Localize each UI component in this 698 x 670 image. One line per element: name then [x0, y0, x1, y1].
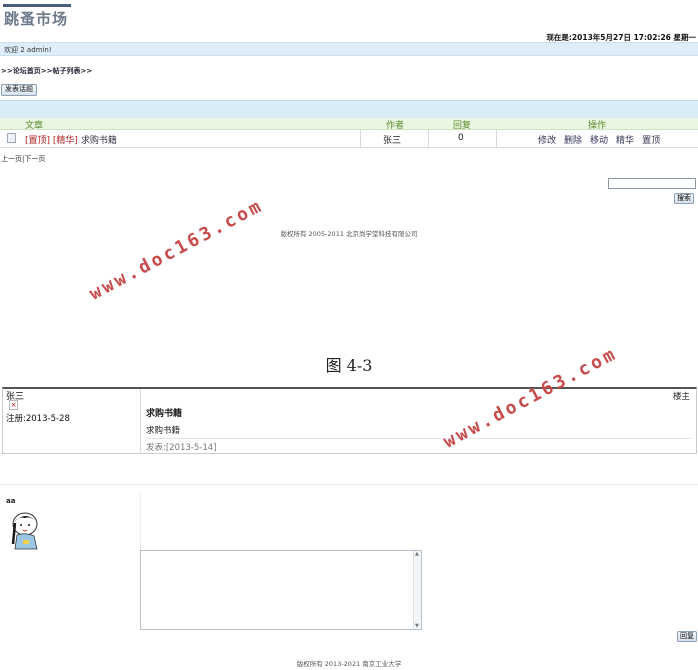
table-row: [置顶] [精华] 求购书籍 张三 0 修改 删除 移动 精华 置顶 [0, 130, 698, 148]
footer-copyright-bottom: 版权所有 2013-2021 南京工业大学 [296, 660, 402, 668]
post-date: 发表:[2013-5-14] [146, 443, 217, 453]
broken-image-icon: × [9, 400, 18, 410]
welcome-bar: 欢迎 2 admin! [0, 42, 698, 56]
welcome-text: 欢迎 2 admin! [4, 46, 52, 54]
logo-bar [3, 4, 71, 7]
table-header: 文章 作者 回复 操作 [0, 118, 698, 131]
tag-elite: [精华] [52, 136, 78, 146]
search-button[interactable]: 搜索 [674, 193, 694, 204]
post-title: 求购书籍 [146, 409, 183, 419]
divider [140, 389, 141, 454]
post-body: 求购书籍 [146, 426, 181, 436]
post-detail [2, 387, 697, 454]
move-link[interactable]: 移动 [590, 136, 608, 146]
pager: 上一页|下一页 [1, 154, 45, 164]
divider [496, 130, 497, 148]
divider [360, 130, 361, 148]
scroll-up-icon[interactable]: ▲ [415, 551, 419, 557]
divider [146, 438, 691, 439]
edit-link[interactable]: 修改 [538, 136, 556, 146]
topic-title-link[interactable]: 求购书籍 [81, 136, 117, 146]
pin-link[interactable]: 置顶 [642, 136, 660, 146]
footer-copyright: 版权所有 2005-2011 北京尚学堂科技有限公司 [280, 230, 418, 238]
breadcrumb: >>论坛首页>>帖子列表>> [1, 66, 92, 76]
page: 跳蚤市场 现在是:2013年5月27日 17:02:26 星期一 欢迎 2 ad… [0, 0, 698, 670]
tag-top: [置顶] [25, 136, 51, 146]
search-input[interactable] [608, 178, 696, 189]
textarea-scrollbar[interactable]: ▲ ▼ [413, 551, 421, 629]
reply-textarea[interactable]: ▲ ▼ [140, 550, 422, 630]
author-cell: 张三 [383, 136, 402, 146]
topic-title-cell[interactable]: [置顶] [精华] 求购书籍 [25, 133, 117, 146]
watermark: www.doc163.com [86, 195, 267, 305]
floor-label: 楼主 [672, 392, 690, 402]
next-page-link[interactable]: 下一页 [24, 155, 45, 163]
delete-link[interactable]: 删除 [564, 136, 582, 146]
site-logo[interactable]: 跳蚤市场 [4, 8, 68, 29]
document-icon [7, 133, 16, 143]
reply-button[interactable]: 回复 [677, 631, 697, 642]
prev-page-link[interactable]: 上一页 [1, 155, 22, 163]
breadcrumb-home-link[interactable]: >>论坛首页 [1, 67, 41, 75]
replies-cell: 0 [458, 133, 464, 143]
post-topic-button[interactable]: 发表话题 [1, 84, 37, 96]
divider [428, 130, 429, 148]
elite-link[interactable]: 精华 [616, 136, 634, 146]
register-date: 注册:2013-5-28 [6, 414, 70, 424]
reply-username: aa [6, 497, 16, 505]
divider [0, 484, 698, 485]
scroll-down-icon[interactable]: ▼ [415, 623, 419, 629]
user-avatar [11, 512, 38, 550]
breadcrumb-list-link[interactable]: >>帖子列表>> [41, 67, 92, 75]
actions-cell: 修改 删除 移动 精华 置顶 [538, 133, 668, 146]
toolbar-band [0, 100, 698, 118]
